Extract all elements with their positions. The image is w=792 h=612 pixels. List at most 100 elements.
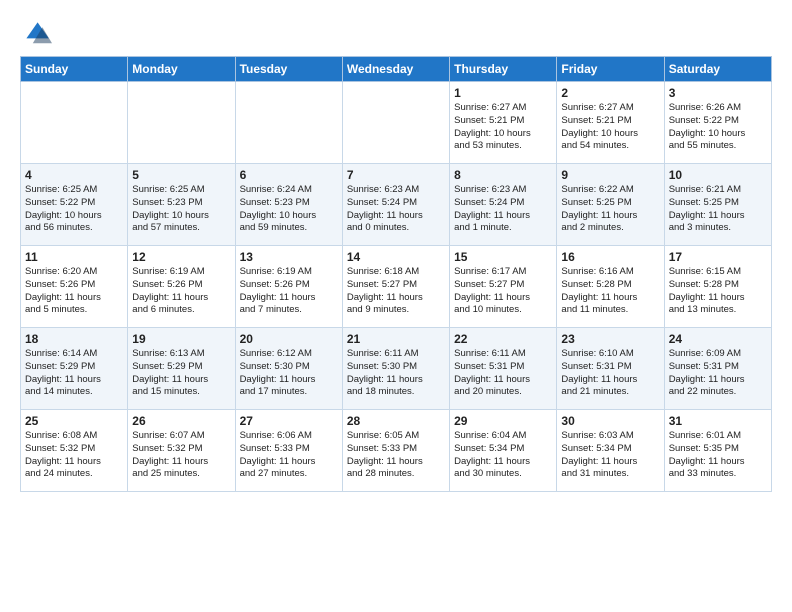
day-number: 23 — [561, 332, 659, 346]
day-info: Sunrise: 6:12 AM Sunset: 5:30 PM Dayligh… — [240, 348, 338, 399]
calendar-cell: 27 Sunrise: 6:06 AM Sunset: 5:33 PM Dayli… — [235, 410, 342, 492]
calendar-cell: 24 Sunrise: 6:09 AM Sunset: 5:31 PM Dayli… — [664, 328, 771, 410]
calendar-cell: 7 Sunrise: 6:23 AM Sunset: 5:24 PM Daylig… — [342, 164, 449, 246]
calendar-cell: 2 Sunrise: 6:27 AM Sunset: 5:21 PM Daylig… — [557, 82, 664, 164]
day-number: 22 — [454, 332, 552, 346]
day-info: Sunrise: 6:03 AM Sunset: 5:34 PM Dayligh… — [561, 430, 659, 481]
day-info: Sunrise: 6:11 AM Sunset: 5:31 PM Dayligh… — [454, 348, 552, 399]
header — [20, 16, 772, 48]
calendar-cell — [342, 82, 449, 164]
day-number: 11 — [25, 250, 123, 264]
calendar-cell: 6 Sunrise: 6:24 AM Sunset: 5:23 PM Daylig… — [235, 164, 342, 246]
day-info: Sunrise: 6:26 AM Sunset: 5:22 PM Dayligh… — [669, 102, 767, 153]
day-number: 3 — [669, 86, 767, 100]
calendar-cell — [235, 82, 342, 164]
calendar-cell: 19 Sunrise: 6:13 AM Sunset: 5:29 PM Dayli… — [128, 328, 235, 410]
day-info: Sunrise: 6:14 AM Sunset: 5:29 PM Dayligh… — [25, 348, 123, 399]
calendar-cell: 4 Sunrise: 6:25 AM Sunset: 5:22 PM Daylig… — [21, 164, 128, 246]
calendar-cell: 15 Sunrise: 6:17 AM Sunset: 5:27 PM Dayli… — [450, 246, 557, 328]
day-info: Sunrise: 6:06 AM Sunset: 5:33 PM Dayligh… — [240, 430, 338, 481]
calendar-cell: 9Sunrise: 6:22 AM Sunset: 5:25 PM Daylig… — [557, 164, 664, 246]
day-info: Sunrise: 6:04 AM Sunset: 5:34 PM Dayligh… — [454, 430, 552, 481]
day-number: 16 — [561, 250, 659, 264]
day-number: 2 — [561, 86, 659, 100]
day-number: 7 — [347, 168, 445, 182]
weekday-header: Saturday — [664, 57, 771, 82]
calendar-cell: 12 Sunrise: 6:19 AM Sunset: 5:26 PM Dayli… — [128, 246, 235, 328]
day-number: 28 — [347, 414, 445, 428]
day-number: 27 — [240, 414, 338, 428]
day-number: 10 — [669, 168, 767, 182]
logo-icon — [20, 16, 52, 48]
day-number: 21 — [347, 332, 445, 346]
day-number: 4 — [25, 168, 123, 182]
weekday-header: Wednesday — [342, 57, 449, 82]
day-info: Sunrise: 6:15 AM Sunset: 5:28 PM Dayligh… — [669, 266, 767, 317]
calendar-cell: 5Sunrise: 6:25 AM Sunset: 5:23 PM Daylig… — [128, 164, 235, 246]
day-info: Sunrise: 6:16 AM Sunset: 5:28 PM Dayligh… — [561, 266, 659, 317]
day-number: 17 — [669, 250, 767, 264]
calendar-cell: 18 Sunrise: 6:14 AM Sunset: 5:29 PM Dayli… — [21, 328, 128, 410]
calendar-cell: 14Sunrise: 6:18 AM Sunset: 5:27 PM Dayli… — [342, 246, 449, 328]
day-info: Sunrise: 6:05 AM Sunset: 5:33 PM Dayligh… — [347, 430, 445, 481]
day-number: 30 — [561, 414, 659, 428]
calendar-cell: 8 Sunrise: 6:23 AM Sunset: 5:24 PM Daylig… — [450, 164, 557, 246]
calendar-week-row: 18 Sunrise: 6:14 AM Sunset: 5:29 PM Dayli… — [21, 328, 772, 410]
day-info: Sunrise: 6:21 AM Sunset: 5:25 PM Dayligh… — [669, 184, 767, 235]
calendar-table: SundayMondayTuesdayWednesdayThursdayFrid… — [20, 56, 772, 492]
calendar-cell: 25Sunrise: 6:08 AM Sunset: 5:32 PM Dayli… — [21, 410, 128, 492]
day-info: Sunrise: 6:01 AM Sunset: 5:35 PM Dayligh… — [669, 430, 767, 481]
calendar-cell: 13Sunrise: 6:19 AM Sunset: 5:26 PM Dayli… — [235, 246, 342, 328]
day-info: Sunrise: 6:27 AM Sunset: 5:21 PM Dayligh… — [454, 102, 552, 153]
day-number: 29 — [454, 414, 552, 428]
day-number: 26 — [132, 414, 230, 428]
calendar-week-row: 4 Sunrise: 6:25 AM Sunset: 5:22 PM Daylig… — [21, 164, 772, 246]
day-number: 6 — [240, 168, 338, 182]
weekday-header: Tuesday — [235, 57, 342, 82]
day-number: 12 — [132, 250, 230, 264]
calendar-cell — [128, 82, 235, 164]
logo — [20, 16, 56, 48]
day-number: 18 — [25, 332, 123, 346]
day-info: Sunrise: 6:07 AM Sunset: 5:32 PM Dayligh… — [132, 430, 230, 481]
calendar-cell: 30 Sunrise: 6:03 AM Sunset: 5:34 PM Dayli… — [557, 410, 664, 492]
calendar-cell: 31 Sunrise: 6:01 AM Sunset: 5:35 PM Dayli… — [664, 410, 771, 492]
calendar-cell: 20 Sunrise: 6:12 AM Sunset: 5:30 PM Dayli… — [235, 328, 342, 410]
day-info: Sunrise: 6:27 AM Sunset: 5:21 PM Dayligh… — [561, 102, 659, 153]
calendar-cell: 16 Sunrise: 6:16 AM Sunset: 5:28 PM Dayli… — [557, 246, 664, 328]
day-info: Sunrise: 6:13 AM Sunset: 5:29 PM Dayligh… — [132, 348, 230, 399]
day-info: Sunrise: 6:23 AM Sunset: 5:24 PM Dayligh… — [347, 184, 445, 235]
day-number: 24 — [669, 332, 767, 346]
day-info: Sunrise: 6:17 AM Sunset: 5:27 PM Dayligh… — [454, 266, 552, 317]
day-number: 15 — [454, 250, 552, 264]
day-info: Sunrise: 6:10 AM Sunset: 5:31 PM Dayligh… — [561, 348, 659, 399]
day-info: Sunrise: 6:11 AM Sunset: 5:30 PM Dayligh… — [347, 348, 445, 399]
day-number: 8 — [454, 168, 552, 182]
day-info: Sunrise: 6:24 AM Sunset: 5:23 PM Dayligh… — [240, 184, 338, 235]
page: SundayMondayTuesdayWednesdayThursdayFrid… — [0, 0, 792, 502]
calendar-cell: 1Sunrise: 6:27 AM Sunset: 5:21 PM Daylig… — [450, 82, 557, 164]
day-number: 9 — [561, 168, 659, 182]
calendar-cell: 23 Sunrise: 6:10 AM Sunset: 5:31 PM Dayli… — [557, 328, 664, 410]
calendar-cell: 29 Sunrise: 6:04 AM Sunset: 5:34 PM Dayli… — [450, 410, 557, 492]
day-number: 20 — [240, 332, 338, 346]
calendar-week-row: 25Sunrise: 6:08 AM Sunset: 5:32 PM Dayli… — [21, 410, 772, 492]
weekday-header: Sunday — [21, 57, 128, 82]
calendar-cell — [21, 82, 128, 164]
day-number: 13 — [240, 250, 338, 264]
day-info: Sunrise: 6:19 AM Sunset: 5:26 PM Dayligh… — [132, 266, 230, 317]
weekday-header-row: SundayMondayTuesdayWednesdayThursdayFrid… — [21, 57, 772, 82]
day-info: Sunrise: 6:23 AM Sunset: 5:24 PM Dayligh… — [454, 184, 552, 235]
day-info: Sunrise: 6:25 AM Sunset: 5:22 PM Dayligh… — [25, 184, 123, 235]
calendar-week-row: 11Sunrise: 6:20 AM Sunset: 5:26 PM Dayli… — [21, 246, 772, 328]
calendar-cell: 10 Sunrise: 6:21 AM Sunset: 5:25 PM Dayli… — [664, 164, 771, 246]
calendar-cell: 17 Sunrise: 6:15 AM Sunset: 5:28 PM Dayli… — [664, 246, 771, 328]
day-info: Sunrise: 6:09 AM Sunset: 5:31 PM Dayligh… — [669, 348, 767, 399]
calendar-cell: 22 Sunrise: 6:11 AM Sunset: 5:31 PM Dayli… — [450, 328, 557, 410]
weekday-header: Thursday — [450, 57, 557, 82]
day-number: 19 — [132, 332, 230, 346]
day-number: 14 — [347, 250, 445, 264]
day-info: Sunrise: 6:08 AM Sunset: 5:32 PM Dayligh… — [25, 430, 123, 481]
day-number: 5 — [132, 168, 230, 182]
day-number: 31 — [669, 414, 767, 428]
